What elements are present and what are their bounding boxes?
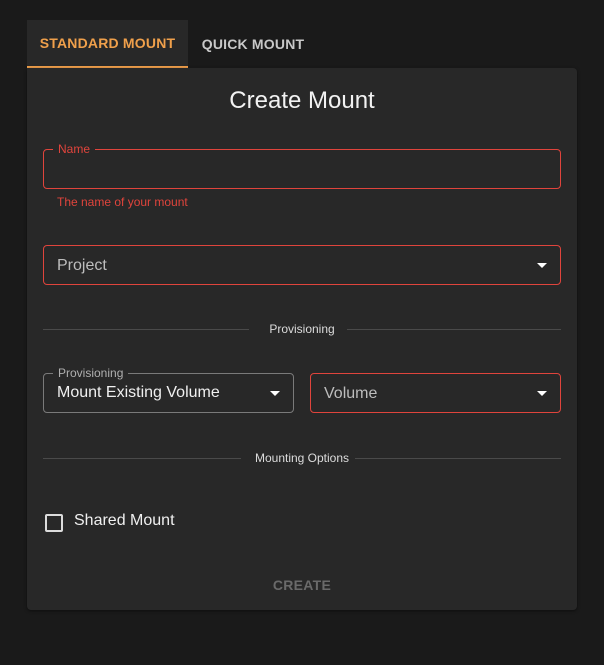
create-button[interactable]: CREATE bbox=[252, 571, 352, 599]
create-mount-card: Create Mount Name The name of your mount… bbox=[27, 68, 577, 610]
mounting-options-divider: Mounting Options bbox=[43, 450, 561, 466]
page-title: Create Mount bbox=[229, 87, 375, 114]
checkbox-icon[interactable] bbox=[45, 514, 63, 532]
shared-mount-label[interactable]: Shared Mount bbox=[74, 512, 175, 530]
caret-down-icon bbox=[537, 391, 547, 396]
provisioning-select-value: Mount Existing Volume bbox=[57, 384, 220, 401]
mount-tabs: STANDARD MOUNT QUICK MOUNT bbox=[27, 20, 318, 68]
volume-select-placeholder: Volume bbox=[324, 385, 378, 402]
name-field[interactable]: Name bbox=[43, 141, 561, 189]
name-field-label: Name bbox=[53, 141, 96, 157]
caret-down-icon bbox=[537, 263, 547, 268]
project-select[interactable]: Project bbox=[43, 245, 561, 285]
volume-select[interactable]: Volume bbox=[310, 373, 561, 413]
caret-down-icon bbox=[270, 391, 280, 396]
provisioning-divider: Provisioning bbox=[43, 321, 561, 337]
provisioning-select[interactable]: Provisioning Mount Existing Volume bbox=[43, 365, 294, 413]
provisioning-select-label: Provisioning bbox=[53, 365, 129, 381]
tab-quick-mount[interactable]: QUICK MOUNT bbox=[188, 20, 318, 68]
name-helper-text: The name of your mount bbox=[57, 195, 188, 209]
project-select-placeholder: Project bbox=[57, 257, 107, 274]
tab-standard-mount[interactable]: STANDARD MOUNT bbox=[27, 20, 188, 68]
